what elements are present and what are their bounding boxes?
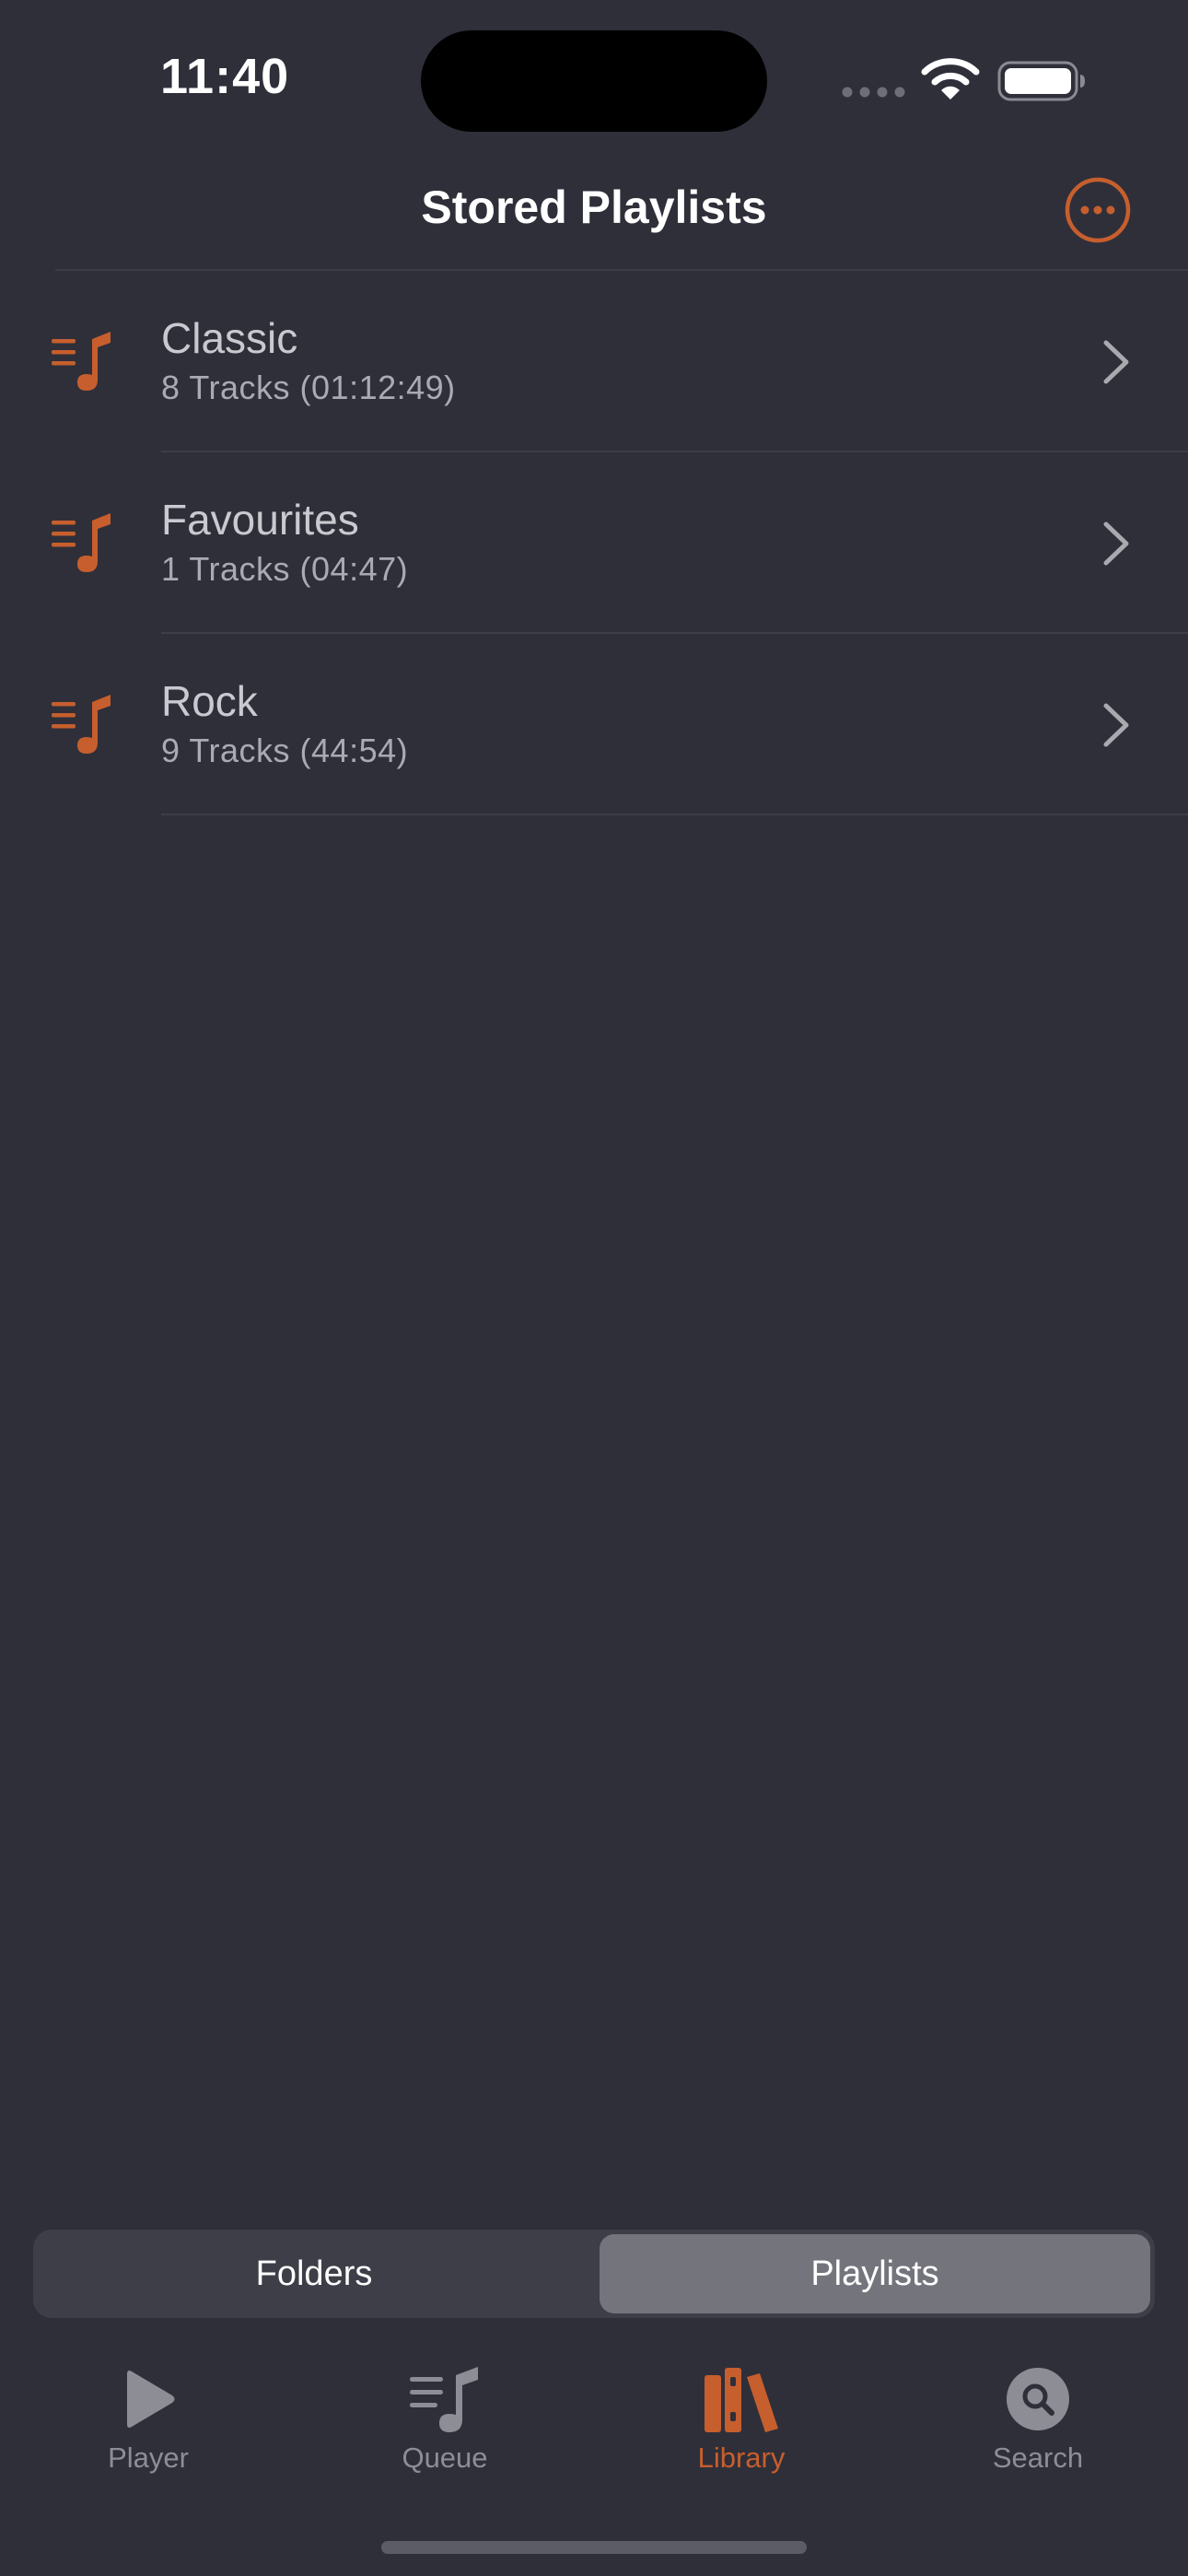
tab-queue[interactable]: Queue: [334, 2340, 555, 2478]
library-icon: [705, 2368, 778, 2432]
segment-playlists[interactable]: Playlists: [600, 2234, 1150, 2313]
tab-search[interactable]: Search: [927, 2340, 1148, 2478]
playlist-detail: 9 Tracks (44:54): [161, 732, 409, 769]
wifi-icon: [921, 58, 980, 100]
playlist-row-rock[interactable]: Rock 9 Tracks (44:54): [0, 634, 1188, 815]
tab-label: Library: [697, 2441, 786, 2474]
row-divider: [161, 814, 1188, 815]
chevron-right-icon: [1103, 340, 1129, 384]
cellular-dots-icon: [842, 87, 905, 98]
playlist-note-icon: [52, 332, 111, 391]
tab-player[interactable]: Player: [38, 2340, 259, 2478]
tab-label: Player: [108, 2441, 189, 2474]
playlist-detail: 1 Tracks (04:47): [161, 550, 409, 588]
status-time: 11:40: [160, 49, 290, 104]
tab-library[interactable]: Library: [631, 2340, 852, 2478]
dynamic-island: [421, 30, 767, 132]
segment-folders[interactable]: Folders: [38, 2234, 590, 2313]
tab-label: Queue: [402, 2441, 488, 2474]
playlist-list: Classic 8 Tracks (01:12:49) Favourites 1…: [0, 271, 1188, 815]
play-icon: [127, 2371, 175, 2428]
playlist-name: Classic: [161, 314, 298, 362]
queue-icon: [410, 2367, 478, 2432]
playlist-note-icon: [52, 695, 111, 754]
more-options-icon[interactable]: [1065, 177, 1131, 243]
tab-label: Search: [992, 2441, 1084, 2474]
tab-bar: Player Queue Library Search: [0, 2340, 1188, 2488]
search-icon: [1007, 2368, 1069, 2430]
playlist-name: Rock: [161, 677, 258, 725]
home-indicator: [381, 2541, 807, 2554]
playlist-row-favourites[interactable]: Favourites 1 Tracks (04:47): [0, 452, 1188, 634]
playlist-detail: 8 Tracks (01:12:49): [161, 369, 456, 406]
library-segmented-control: Folders Playlists: [33, 2230, 1155, 2318]
playlist-note-icon: [52, 513, 111, 572]
page-title: Stored Playlists: [421, 181, 767, 233]
chevron-right-icon: [1103, 703, 1129, 747]
playlist-row-classic[interactable]: Classic 8 Tracks (01:12:49): [0, 271, 1188, 452]
chevron-right-icon: [1103, 521, 1129, 566]
battery-icon: [997, 61, 1085, 101]
playlist-name: Favourites: [161, 496, 359, 544]
